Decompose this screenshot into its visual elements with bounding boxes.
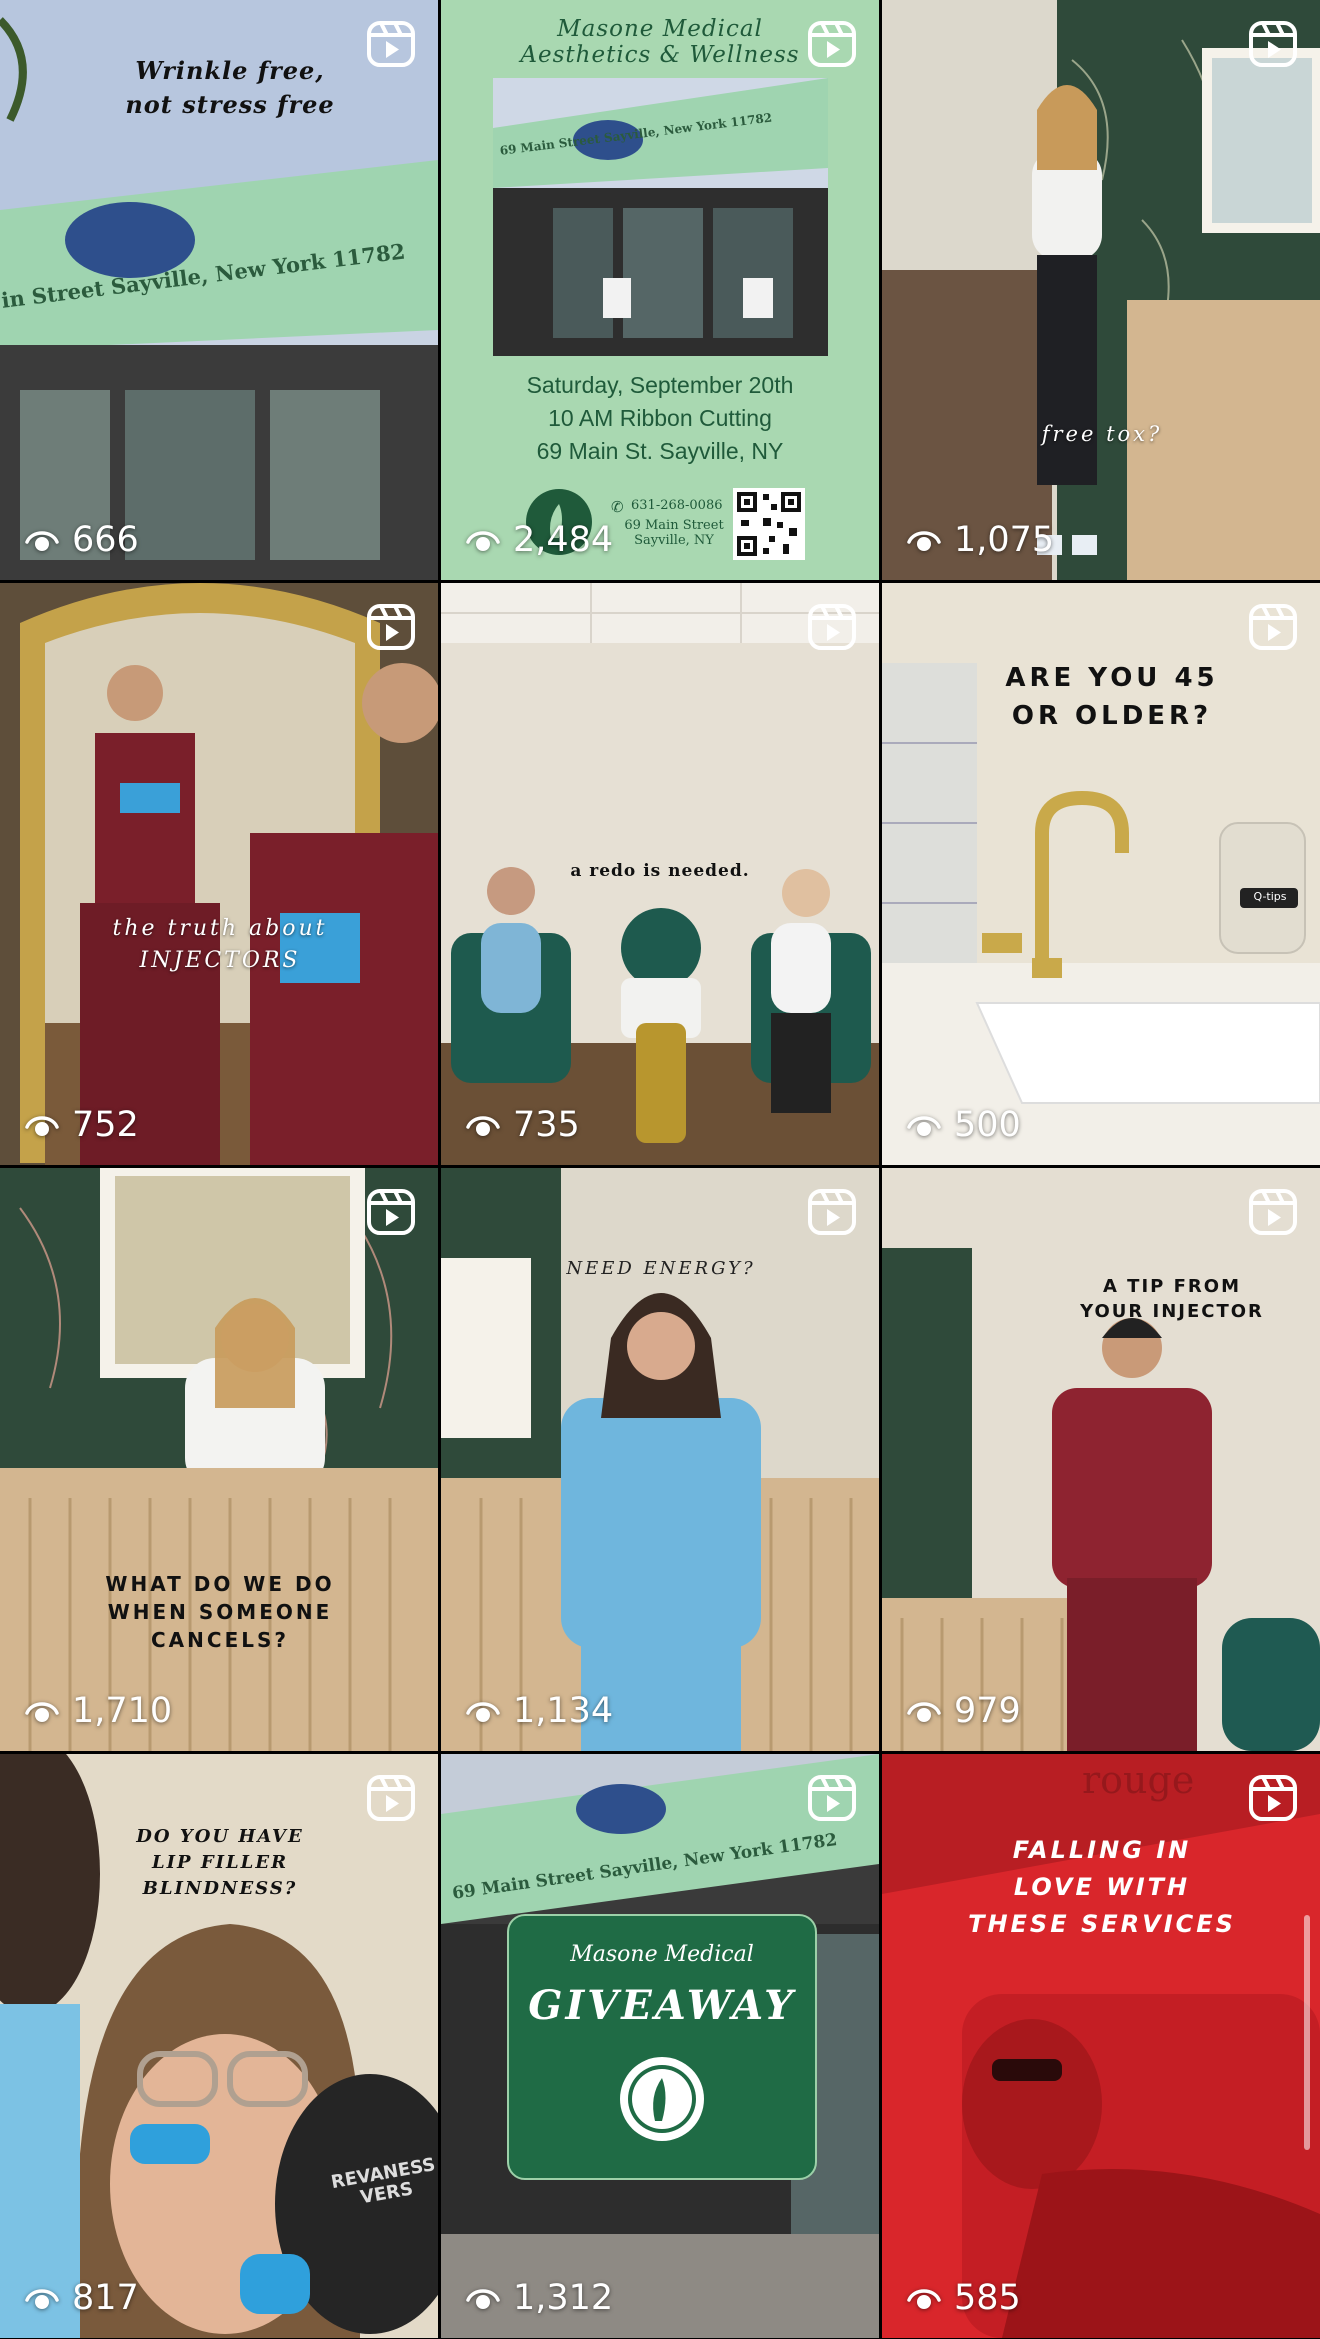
view-count-value: 500 <box>954 1105 1021 1145</box>
caption: A TIP FROM YOUR INJECTOR <box>1080 1276 1264 1322</box>
view-count: 1,134 <box>465 1691 613 1731</box>
reel-tile-10[interactable]: REVANESS VERS DO YOU HAVE LIP FILLER BLI… <box>0 1754 438 2338</box>
view-count-value: 1,312 <box>513 2278 614 2318</box>
view-count-value: 666 <box>72 520 139 560</box>
view-count-value: 979 <box>954 1691 1021 1731</box>
caption: the truth about INJECTORS <box>112 916 328 973</box>
reel-tile-2[interactable]: Masone Medical Aesthetics & Wellness 69 … <box>441 0 879 580</box>
view-count: 1,710 <box>24 1691 172 1731</box>
giveaway-card[interactable]: Masone Medical GIVEAWAY <box>507 1914 817 2180</box>
flyer-title: Masone Medical Aesthetics & Wellness <box>520 16 800 68</box>
reel-icon <box>807 1774 857 1822</box>
eye-icon <box>906 1110 942 1140</box>
view-count: 1,075 <box>906 520 1054 560</box>
view-count-value: 1,134 <box>513 1691 614 1731</box>
reel-tile-1[interactable]: in Street Sayville, New York 11782 Wrink… <box>0 0 438 580</box>
caption: Wrinkle free, not stress free <box>125 56 335 119</box>
clinic-hallway-illustration <box>882 0 1320 580</box>
view-count-value: 2,484 <box>513 520 614 560</box>
eye-icon <box>465 1696 501 1726</box>
eye-icon <box>906 2283 942 2313</box>
front-desk-illustration <box>0 1168 438 1751</box>
eye-icon <box>906 1696 942 1726</box>
view-count: 979 <box>906 1691 1021 1731</box>
reels-grid: in Street Sayville, New York 11782 Wrink… <box>0 0 1320 2339</box>
giveaway-card-title: Masone Medical <box>570 1942 754 1967</box>
reel-tile-8[interactable]: NEED ENERGY? 1,134 <box>441 1168 879 1751</box>
caption: ARE YOU 45 OR OLDER? <box>1005 663 1219 731</box>
injector-red-scrubs-illustration <box>882 1168 1320 1751</box>
eye-icon <box>24 525 60 555</box>
caption: DO YOU HAVE LIP FILLER BLINDNESS? <box>136 1826 304 1899</box>
view-count: 2,484 <box>465 520 613 560</box>
caption: free tox? <box>1041 422 1163 446</box>
event-time: 10 AM Ribbon Cutting <box>548 405 772 431</box>
view-count-value: 752 <box>72 1105 139 1145</box>
view-count: 817 <box>24 2278 139 2318</box>
flyer-address: 69 Main Street Sayville, NY <box>624 518 724 548</box>
view-count: 1,312 <box>465 2278 613 2318</box>
view-count: 666 <box>24 520 139 560</box>
view-count-value: 1,075 <box>954 520 1055 560</box>
flyer-phone: 631-268-0086 <box>631 498 723 513</box>
reel-tile-4[interactable]: the truth about INJECTORS 752 <box>0 583 438 1165</box>
eye-icon <box>906 525 942 555</box>
reel-icon <box>807 20 857 68</box>
view-count-value: 585 <box>954 2278 1021 2318</box>
view-count-value: 1,710 <box>72 1691 173 1731</box>
caption: WHAT DO WE DO WHEN SOMEONE CANCELS? <box>105 1572 335 1652</box>
caption: a redo is needed. <box>570 861 750 881</box>
reel-icon <box>366 1774 416 1822</box>
reel-tile-9[interactable]: A TIP FROM YOUR INJECTOR 979 <box>882 1168 1320 1751</box>
eye-icon <box>465 2283 501 2313</box>
reel-tile-3[interactable]: free tox? 1,075 <box>882 0 1320 580</box>
reel-icon <box>1248 20 1298 68</box>
reel-tile-6[interactable]: Q-tips ARE YOU 45 OR OLDER? 500 <box>882 583 1320 1165</box>
reel-tile-11[interactable]: 69 Main Street Sayville, New York 11782 … <box>441 1754 879 2338</box>
reel-icon <box>807 1188 857 1236</box>
caption: FALLING IN LOVE WITH THESE SERVICES <box>968 1836 1236 1938</box>
eye-icon <box>24 1110 60 1140</box>
reel-icon <box>366 20 416 68</box>
event-date: Saturday, September 20th <box>526 372 794 398</box>
reel-tile-5[interactable]: a redo is needed. 735 <box>441 583 879 1165</box>
view-count: 585 <box>906 2278 1021 2318</box>
view-count: 500 <box>906 1105 1021 1145</box>
view-count-value: 817 <box>72 2278 139 2318</box>
qr-code[interactable] <box>733 488 805 560</box>
reel-icon <box>1248 1774 1298 1822</box>
view-count-value: 735 <box>513 1105 580 1145</box>
reel-icon <box>366 603 416 651</box>
reel-tile-7[interactable]: WHAT DO WE DO WHEN SOMEONE CANCELS? 1,71… <box>0 1168 438 1751</box>
caption: NEED ENERGY? <box>566 1258 756 1279</box>
scrollbar[interactable] <box>1304 1915 1310 2150</box>
eye-icon <box>24 2283 60 2313</box>
giveaway-card-main: GIVEAWAY <box>528 1982 796 2029</box>
phone-icon: ✆ <box>611 498 624 516</box>
reel-icon <box>1248 603 1298 651</box>
event-location: 69 Main St. Sayville, NY <box>536 438 784 464</box>
reel-tile-12[interactable]: rouge FALLING IN LOVE WITH THESE SERVICE… <box>882 1754 1320 2338</box>
reel-icon <box>807 603 857 651</box>
eye-icon <box>465 525 501 555</box>
view-count: 735 <box>465 1105 580 1145</box>
view-count: 752 <box>24 1105 139 1145</box>
reel-icon <box>366 1188 416 1236</box>
eye-icon <box>24 1696 60 1726</box>
eye-icon <box>465 1110 501 1140</box>
injector-blue-scrubs-illustration <box>441 1168 879 1751</box>
reel-icon <box>1248 1188 1298 1236</box>
clinic-logo <box>620 2057 704 2141</box>
mirror-selfie-illustration <box>0 583 438 1165</box>
jar-label: Q-tips <box>1253 890 1287 903</box>
